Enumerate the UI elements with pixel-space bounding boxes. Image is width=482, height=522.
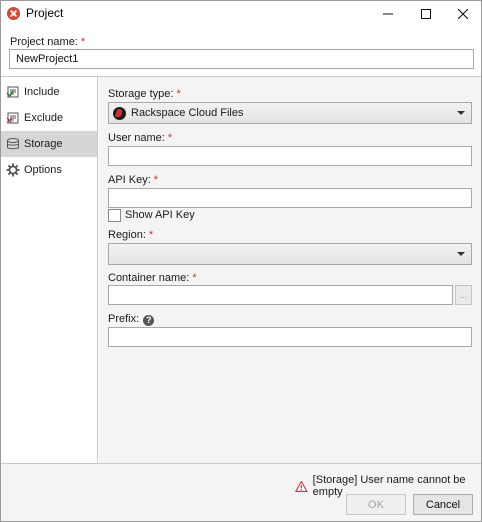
username-label: User name: * xyxy=(108,132,173,144)
required-mark: * xyxy=(80,36,86,48)
close-button[interactable] xyxy=(445,1,481,26)
chevron-down-icon xyxy=(457,252,465,256)
storage-type-label: Storage type: * xyxy=(108,88,181,100)
region-label: Region: * xyxy=(108,229,154,241)
gear-icon xyxy=(6,163,20,177)
sidebar-item-exclude[interactable]: Exclude xyxy=(1,105,97,131)
maximize-icon xyxy=(421,8,431,19)
storage-type-select[interactable]: Rackspace Cloud Files xyxy=(108,102,472,124)
show-api-key-label: Show API Key xyxy=(125,209,195,221)
container-name-label: Container name: * xyxy=(108,272,197,284)
required-mark: * xyxy=(192,272,197,284)
required-mark: * xyxy=(176,88,181,100)
sidebar-item-storage[interactable]: Storage xyxy=(1,131,97,157)
chevron-down-icon xyxy=(457,111,465,115)
storage-icon xyxy=(6,137,20,151)
browse-container-button[interactable]: ... xyxy=(455,285,472,305)
minimize-icon xyxy=(383,13,393,14)
api-key-label: API Key: * xyxy=(108,174,159,186)
storage-panel: Storage type: * Rackspace Cloud Files Use… xyxy=(99,77,481,463)
title-bar: Project xyxy=(1,1,481,26)
ok-button[interactable]: OK xyxy=(346,494,406,515)
required-mark: * xyxy=(153,174,159,186)
minimize-button[interactable] xyxy=(370,1,406,26)
api-key-input[interactable] xyxy=(108,188,472,208)
project-dialog: Project Project name:* Include Exclude xyxy=(0,0,482,522)
required-mark: * xyxy=(148,229,154,241)
prefix-label: Prefix:? xyxy=(108,313,155,326)
sidebar-item-label: Exclude xyxy=(24,112,64,124)
help-icon[interactable]: ? xyxy=(143,315,155,326)
close-icon xyxy=(458,8,468,19)
sidebar-item-options[interactable]: Options xyxy=(1,157,97,183)
project-name-label: Project name: * xyxy=(10,36,86,48)
rackspace-logo-icon xyxy=(113,106,126,120)
sidebar-item-label: Include xyxy=(24,86,60,98)
storage-type-value: Rackspace Cloud Files xyxy=(131,107,244,119)
window-title: Project xyxy=(26,6,64,20)
sidebar-item-label: Options xyxy=(24,164,62,176)
project-name-input[interactable] xyxy=(9,49,474,69)
sidebar-item-label: Storage xyxy=(24,138,63,150)
dialog-footer: [Storage] User name cannot be empty OK C… xyxy=(1,464,481,521)
username-input[interactable] xyxy=(108,146,472,166)
cancel-button[interactable]: Cancel xyxy=(413,494,473,515)
include-icon xyxy=(6,85,20,99)
show-api-key-checkbox[interactable] xyxy=(108,209,121,222)
app-logo-icon xyxy=(7,7,20,20)
exclude-icon xyxy=(6,111,20,125)
sidebar: Include Exclude Storage Options xyxy=(1,77,98,463)
maximize-button[interactable] xyxy=(408,1,444,26)
prefix-input[interactable] xyxy=(108,327,472,347)
sidebar-item-include[interactable]: Include xyxy=(1,79,97,105)
required-mark: * xyxy=(167,132,173,144)
region-select[interactable] xyxy=(108,243,472,265)
warning-icon xyxy=(295,480,308,492)
container-name-input[interactable] xyxy=(108,285,453,305)
